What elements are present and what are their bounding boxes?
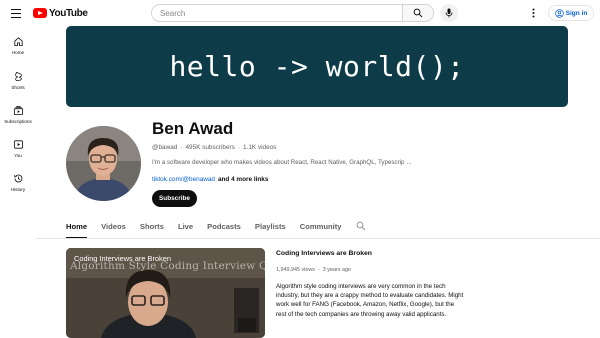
history-icon (13, 174, 22, 183)
microphone-icon (445, 8, 453, 18)
channel-name: Ben Awad (152, 119, 234, 138)
logo-text: YouTube (49, 7, 88, 19)
search-input[interactable] (152, 5, 402, 21)
view-count: 1,949,945 views (276, 267, 315, 273)
channel-tabs: Home Videos Shorts Live Podcasts Playlis… (66, 214, 368, 238)
more-vertical-icon (532, 8, 534, 18)
meta-separator: · (317, 267, 320, 273)
channel-description-text: I'm a software developer who makes video… (152, 159, 405, 166)
avatar[interactable] (66, 126, 141, 201)
video-count: 1.1K videos (242, 144, 277, 151)
shorts-icon (14, 71, 22, 82)
sidebar-item-label: Subscriptions (4, 119, 32, 124)
search-icon (356, 221, 365, 231)
tab-community[interactable]: Community (300, 214, 342, 238)
tab-shorts[interactable]: Shorts (140, 214, 164, 238)
you-icon (13, 140, 23, 149)
channel-search-button[interactable] (356, 214, 368, 238)
tabs-divider (36, 238, 600, 239)
search-button[interactable] (402, 5, 433, 21)
channel-handle: @bawad (152, 144, 178, 151)
meta-separator: · (180, 144, 183, 151)
channel-links: tiktok.com/@benawad and 4 more links (152, 176, 268, 183)
avatar-photo (66, 126, 141, 201)
top-bar: YouTube Sign in (0, 0, 600, 26)
subscriptions-icon (13, 106, 23, 116)
sign-in-button[interactable]: Sign in (548, 5, 594, 21)
channel-description[interactable]: I'm a software developer who makes video… (152, 159, 412, 166)
search-icon (413, 8, 423, 18)
sidebar-item-you[interactable]: You (0, 139, 36, 169)
sidebar-item-home[interactable]: Home (0, 36, 36, 66)
sidebar-item-shorts[interactable]: Shorts (0, 71, 36, 101)
featured-video-meta: 1,949,945 views · 3 years ago (276, 267, 351, 273)
tab-videos[interactable]: Videos (101, 214, 126, 238)
sign-in-label: Sign in (565, 9, 588, 17)
sidebar-item-label: You (14, 153, 22, 158)
meta-separator: · (237, 144, 240, 151)
featured-video-description: Algorithm style coding interviews are ve… (276, 283, 464, 318)
account-icon (554, 8, 564, 18)
sidebar: Home Shorts Subscriptions You History (0, 26, 36, 338)
channel-meta: @bawad · 495K subscribers · 1.1K videos (152, 144, 276, 151)
menu-icon[interactable] (9, 5, 25, 21)
sidebar-item-history[interactable]: History (0, 173, 36, 203)
home-icon (13, 37, 23, 47)
search-box (151, 4, 434, 22)
featured-video-thumbnail[interactable]: Algorithm Style Coding Interview Questio… (66, 248, 265, 338)
tiktok-link[interactable]: tiktok.com/@benawad (152, 176, 215, 183)
subscribe-button[interactable]: Subscribe (152, 190, 197, 207)
sidebar-item-label: History (10, 187, 26, 192)
subscriber-count: 495K subscribers (185, 144, 235, 151)
description-more: ... (406, 159, 412, 166)
more-options-button[interactable] (527, 6, 539, 20)
tab-playlists[interactable]: Playlists (255, 214, 286, 238)
upload-age: 3 years ago (322, 267, 351, 273)
sidebar-item-subscriptions[interactable]: Subscriptions (0, 105, 36, 135)
thumbnail-title: Coding Interviews are Broken (74, 254, 171, 263)
banner-text: hello -> world(); (169, 50, 465, 83)
tab-live[interactable]: Live (178, 214, 193, 238)
voice-search-button[interactable] (440, 4, 458, 22)
sidebar-item-label: Home (11, 50, 25, 55)
tab-home[interactable]: Home (66, 214, 88, 238)
channel-banner: hello -> world(); (66, 26, 568, 107)
tab-podcasts[interactable]: Podcasts (207, 214, 241, 238)
featured-video-title[interactable]: Coding Interviews are Broken (276, 250, 372, 257)
youtube-logo[interactable]: YouTube (33, 7, 88, 19)
sidebar-item-label: Shorts (11, 85, 25, 90)
more-links-link[interactable]: and 4 more links (218, 176, 268, 183)
youtube-play-icon (33, 8, 47, 18)
